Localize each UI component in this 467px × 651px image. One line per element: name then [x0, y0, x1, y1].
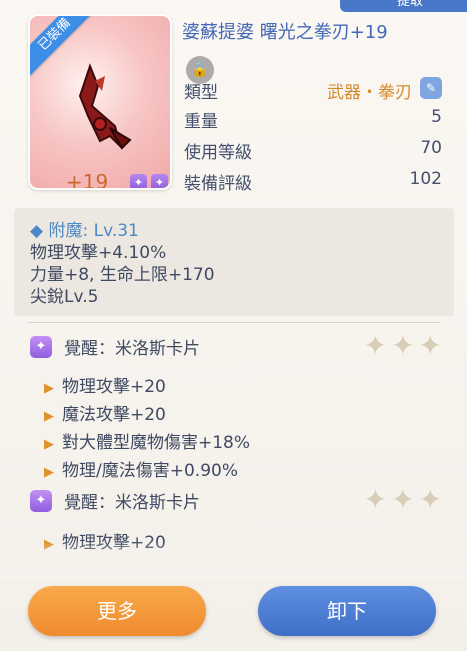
stat-row-level: 使用等級 70 — [184, 138, 442, 164]
stat-label: 使用等級 — [184, 143, 252, 163]
stat-row-rating: 裝備評級 102 — [184, 169, 442, 195]
stat-row-type: 類型 武器・拳刃 ✎ — [184, 77, 442, 104]
effect-item: ▶ 魔法攻擊+20 — [44, 400, 166, 425]
effect-item: ▶ 物理/魔法傷害+0.90% — [44, 456, 238, 481]
awakening-row: ✦ 覺醒：米洛斯卡片 ✦ ✦ ✦ — [30, 486, 442, 516]
star-icon: ✦ — [418, 483, 442, 516]
tab-extract[interactable]: 提取 — [340, 0, 467, 12]
awakening-row: ✦ 覺醒：米洛斯卡片 ✦ ✦ ✦ — [30, 332, 442, 362]
weapon-type-icon: ✎ — [420, 77, 442, 99]
bullet-icon: ▶ — [44, 465, 54, 480]
effect-text: 物理攻擊+20 — [62, 377, 166, 397]
enchant-panel: ◆ 附魔: Lv.31 物理攻擊+4.10% 力量+8, 生命上限+170 尖銳… — [14, 208, 454, 316]
awakening-stars: ✦ ✦ ✦ — [364, 486, 442, 514]
effect-text: 魔法攻擊+20 — [62, 405, 166, 425]
star-icon: ✦ — [363, 483, 388, 516]
bullet-icon: ▶ — [44, 381, 54, 396]
knuckle-weapon-icon — [78, 63, 132, 150]
card-icon: ✦ — [30, 490, 52, 512]
awakening-label: 覺醒：米洛斯卡片 — [64, 493, 200, 513]
refine-level: +19 — [66, 170, 109, 190]
unequip-button[interactable]: 卸下 — [258, 586, 436, 636]
stat-value: 5 — [431, 107, 442, 127]
stat-value: 武器・拳刃 — [327, 83, 412, 103]
effect-text: 物理/魔法傷害+0.90% — [62, 461, 238, 481]
stat-value: 70 — [420, 138, 442, 158]
scroll-fade — [0, 540, 467, 580]
star-icon: ✦ — [418, 329, 442, 362]
effect-text: 對大體型魔物傷害+18% — [62, 433, 251, 453]
awakening-stars: ✦ ✦ ✦ — [364, 332, 442, 360]
divider — [28, 322, 440, 323]
card-slot-icon: ✦ — [130, 174, 147, 188]
enchant-line: 尖銳Lv.5 — [30, 287, 99, 307]
stat-label: 類型 — [184, 83, 218, 103]
card-icon: ✦ — [30, 336, 52, 358]
star-icon: ✦ — [391, 483, 415, 516]
stat-label: 重量 — [184, 112, 218, 132]
bullet-icon: ▶ — [44, 437, 54, 452]
bullet-icon: ▶ — [44, 409, 54, 424]
awakening-label: 覺醒：米洛斯卡片 — [64, 339, 200, 359]
item-name: 婆蘇提婆 曙光之拳刃+19 — [182, 22, 388, 43]
more-button[interactable]: 更多 — [28, 586, 206, 636]
star-icon: ✦ — [391, 329, 415, 362]
stat-row-weight: 重量 5 — [184, 107, 442, 133]
stat-label: 裝備評級 — [184, 174, 252, 194]
item-icon-frame[interactable]: 已裝備 ★ +19 ✦ ✦ ✦ — [28, 14, 172, 190]
card-slots: ✦ ✦ ✦ — [130, 174, 170, 188]
effect-item: ▶ 對大體型魔物傷害+18% — [44, 428, 250, 453]
stat-value: 102 — [409, 169, 442, 189]
card-slot-icon: ✦ — [151, 174, 168, 188]
effect-item: ▶ 物理攻擊+20 — [44, 372, 166, 397]
star-icon: ✦ — [363, 329, 388, 362]
item-detail-card: 提取 已裝備 ★ +19 ✦ ✦ ✦ 婆蘇提婆 曙光之拳刃+19 🔒 類型 武器… — [0, 0, 467, 651]
